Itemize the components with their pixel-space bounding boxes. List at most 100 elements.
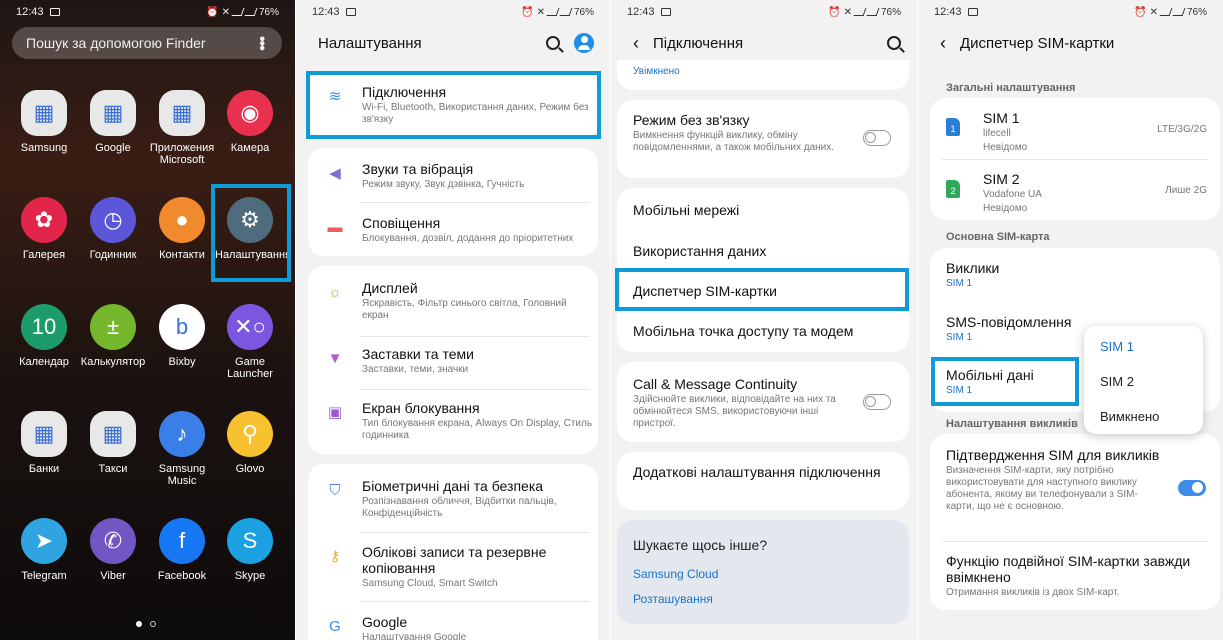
- app-12[interactable]: ▦ Банки: [9, 411, 79, 475]
- search-icon[interactable]: [546, 36, 560, 50]
- settings-item-1[interactable]: ◀ Звуки та вібрація Режим звуку, Звук дзві…: [296, 161, 610, 191]
- app-label: Банки: [28, 463, 60, 475]
- app-10[interactable]: b Bixby: [147, 304, 217, 368]
- mobile-networks-row[interactable]: Мобільні мережі: [633, 202, 917, 218]
- app-icon: ◉: [227, 90, 273, 136]
- popup-option-off[interactable]: Вимкнено: [1100, 409, 1159, 424]
- continuity-row[interactable]: Call & Message Continuity Здійснюйте вик…: [633, 376, 857, 430]
- app-8[interactable]: 10 Календар: [9, 304, 79, 368]
- app-label: Такси: [98, 463, 128, 475]
- app-label: Приложения Microsoft: [149, 142, 215, 166]
- settings-item-icon: ◀: [329, 165, 341, 182]
- app-label: Samsung Music: [158, 463, 206, 487]
- settings-item-title: Біометричні дані та безпека: [362, 478, 544, 494]
- signal-icon: [853, 8, 867, 16]
- confirm-sim-sub: Визначення SIM-карти, яку потрібно викор…: [946, 465, 1138, 512]
- search-icon[interactable]: [887, 36, 901, 50]
- app-4[interactable]: ✿ Галерея: [9, 197, 79, 261]
- app-1[interactable]: ▦ Google: [78, 90, 148, 154]
- dual-sim-sub: Отримання викликів із двох SIM-карт.: [946, 587, 1120, 598]
- settings-item-4[interactable]: ▼ Заставки та теми Заставки, теми, значки: [296, 346, 610, 376]
- app-16[interactable]: ➤ Telegram: [9, 518, 79, 582]
- settings-item-7[interactable]: ⚷ Облікові записи та резервне копіювання S…: [296, 544, 610, 590]
- finder-search-bar[interactable]: Пошук за допомогою Finder •••: [12, 27, 282, 59]
- app-18[interactable]: f Facebook: [147, 518, 217, 582]
- settings-app-highlight: [211, 184, 291, 282]
- app-icon: ▦: [159, 90, 205, 136]
- settings-item-title: Облікові записи та резервне копіювання: [362, 544, 547, 576]
- app-19[interactable]: S Skype: [215, 518, 285, 582]
- sim1-status: Невідомо: [983, 142, 1028, 153]
- partial-status-text: Увімкнено: [633, 66, 680, 77]
- popup-option-sim2[interactable]: SIM 2: [1100, 374, 1134, 389]
- dual-sim-row[interactable]: Функцію подвійної SIM-картки завжди ввім…: [946, 553, 1195, 599]
- settings-item-icon: ⛉: [329, 481, 341, 499]
- app-icon: ✕○: [227, 304, 273, 350]
- back-icon[interactable]: ‹: [633, 33, 639, 54]
- confirm-sim-row[interactable]: Підтвердження SIM для викликів Визначенн…: [946, 447, 1163, 513]
- airplane-mode-row[interactable]: Режим без зв'язку Вимкнення функцій викл…: [633, 112, 857, 154]
- app-icon: ±: [90, 304, 136, 350]
- status-time: 12:43: [934, 6, 962, 18]
- continuity-sub: Здійснюйте виклики, відповідайте на них …: [633, 394, 836, 429]
- settings-item-3[interactable]: ☼ Дисплей Яскравість, Фільтр синього світл…: [296, 280, 610, 322]
- mobile-networks-label: Мобільні мережі: [633, 202, 740, 218]
- app-0[interactable]: ▦ Samsung: [9, 90, 79, 154]
- app-label: Skype: [234, 570, 266, 582]
- app-11[interactable]: ✕○ Game Launcher: [215, 304, 285, 380]
- airplane-mode-toggle[interactable]: [863, 130, 891, 146]
- calls-row[interactable]: Виклики SIM 1: [946, 260, 1223, 289]
- sim-manager-screen: 12:43 ⏰ ✕ 76% ‹ Диспетчер SIM-картки Заг…: [918, 0, 1223, 640]
- signal-icon-2: [244, 8, 258, 16]
- account-icon[interactable]: [574, 33, 594, 53]
- app-17[interactable]: ✆ Viber: [78, 518, 148, 582]
- back-icon[interactable]: ‹: [940, 33, 946, 54]
- app-2[interactable]: ▦ Приложения Microsoft: [147, 90, 217, 166]
- app-13[interactable]: ▦ Такси: [78, 411, 148, 475]
- samsung-cloud-link[interactable]: Samsung Cloud: [633, 567, 718, 581]
- home-screen: 12:43 ⏰ ✕ 76% Пошук за допомогою Finder …: [0, 0, 295, 640]
- settings-item-sub: Режим звуку, Звук дзвінка, Гучність: [362, 179, 525, 190]
- battery-percent: 76%: [1186, 6, 1207, 18]
- confirm-sim-toggle[interactable]: [1178, 480, 1206, 496]
- popup-option-sim1[interactable]: SIM 1: [1100, 339, 1134, 354]
- mute-icon: ✕: [536, 6, 545, 18]
- hotspot-row[interactable]: Мобільна точка доступу та модем: [633, 323, 917, 339]
- status-time: 12:43: [627, 6, 655, 18]
- card-more: [617, 452, 909, 510]
- page-title: Налаштування: [318, 34, 422, 52]
- signal-icon: [1159, 8, 1173, 16]
- settings-screen: 12:43 ⏰ ✕ 76% Налаштування ≋ Підключення W…: [296, 0, 610, 640]
- mobile-data-highlight: [931, 357, 1079, 406]
- app-9[interactable]: ± Калькулятор: [78, 304, 148, 368]
- settings-item-2[interactable]: ▬ Сповіщення Блокування, дозвіл, додання д…: [296, 215, 610, 245]
- app-15[interactable]: ⚲ Glovo: [215, 411, 285, 475]
- settings-item-5[interactable]: ▣ Екран блокування Тип блокування екрана, …: [296, 400, 610, 442]
- mute-icon: ✕: [843, 6, 852, 18]
- settings-header: Налаштування: [296, 26, 610, 60]
- app-14[interactable]: ♪ Samsung Music: [147, 411, 217, 487]
- settings-item-sub: Блокування, дозвіл, додання до пріоритет…: [362, 233, 574, 244]
- page-dot-active: [136, 621, 142, 627]
- data-usage-row[interactable]: Використання даних: [633, 243, 917, 259]
- alarm-icon: ⏰: [828, 6, 841, 18]
- settings-item-6[interactable]: ⛉ Біометричні дані та безпека Розпізнаванн…: [296, 478, 610, 520]
- app-label: Bixby: [168, 356, 196, 368]
- sim-select-popup: SIM 1 SIM 2 Вимкнено: [1084, 326, 1203, 434]
- app-6[interactable]: ● Контакти: [147, 197, 217, 261]
- settings-item-icon: G: [329, 617, 341, 635]
- settings-item-icon: ⚷: [329, 548, 341, 565]
- more-options-icon[interactable]: •••: [252, 36, 270, 50]
- app-icon: ⚲: [227, 411, 273, 457]
- more-connection-settings-row[interactable]: Додаткові налаштування підключення: [633, 464, 887, 480]
- app-3[interactable]: ◉ Камера: [215, 90, 285, 154]
- app-5[interactable]: ◷ Годинник: [78, 197, 148, 261]
- app-icon: ◷: [90, 197, 136, 243]
- settings-item-sub: Заставки, теми, значки: [362, 364, 469, 375]
- continuity-toggle[interactable]: [863, 394, 891, 410]
- airplane-mode-title: Режим без зв'язку: [633, 112, 750, 128]
- settings-item-8[interactable]: G Google Налаштування Google: [296, 614, 610, 640]
- location-link[interactable]: Розташування: [633, 592, 713, 606]
- settings-item-sub: Яскравість, Фільтр синього світла, Голов…: [362, 298, 567, 321]
- connections-highlight: [306, 71, 601, 139]
